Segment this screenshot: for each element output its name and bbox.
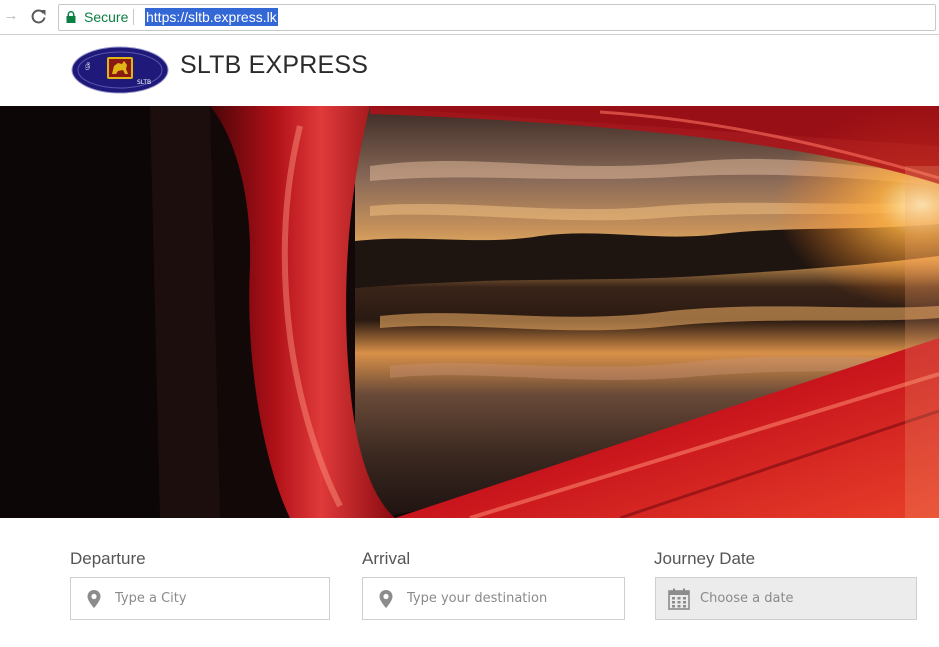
site-header: ශ්‍රී SLTB SLTB EXPRESS <box>0 35 939 105</box>
calendar-icon <box>668 588 690 610</box>
departure-input[interactable] <box>115 578 315 619</box>
browser-toolbar: → Secure https://sltb.express.lk <box>0 0 939 35</box>
departure-label: Departure <box>70 549 146 568</box>
secure-label: Secure <box>84 9 129 25</box>
arrival-input[interactable] <box>407 578 607 619</box>
hero-image <box>0 106 939 518</box>
journey-date-label: Journey Date <box>654 549 756 568</box>
arrival-field[interactable] <box>362 577 625 620</box>
lock-icon <box>66 11 76 23</box>
departure-field[interactable] <box>70 577 330 620</box>
svg-text:SLTB: SLTB <box>137 79 151 86</box>
reload-icon[interactable] <box>30 8 47 25</box>
forward-arrow-icon[interactable]: → <box>3 8 19 24</box>
arrival-label: Arrival <box>362 549 411 568</box>
journey-date-field[interactable] <box>655 577 917 620</box>
search-form: Departure Arrival Journey Date <box>0 518 939 647</box>
hero-bus-illustration <box>0 106 939 518</box>
address-bar[interactable]: Secure https://sltb.express.lk <box>58 4 936 31</box>
omnibox-divider <box>133 9 134 25</box>
url-text[interactable]: https://sltb.express.lk <box>145 8 278 26</box>
svg-text:ශ්‍රී: ශ්‍රී <box>85 62 90 71</box>
journey-date-input[interactable] <box>700 578 900 619</box>
location-pin-icon <box>379 590 393 608</box>
site-title[interactable]: SLTB EXPRESS <box>180 51 368 80</box>
sltb-logo[interactable]: ශ්‍රී SLTB <box>71 46 169 94</box>
location-pin-icon <box>87 590 101 608</box>
